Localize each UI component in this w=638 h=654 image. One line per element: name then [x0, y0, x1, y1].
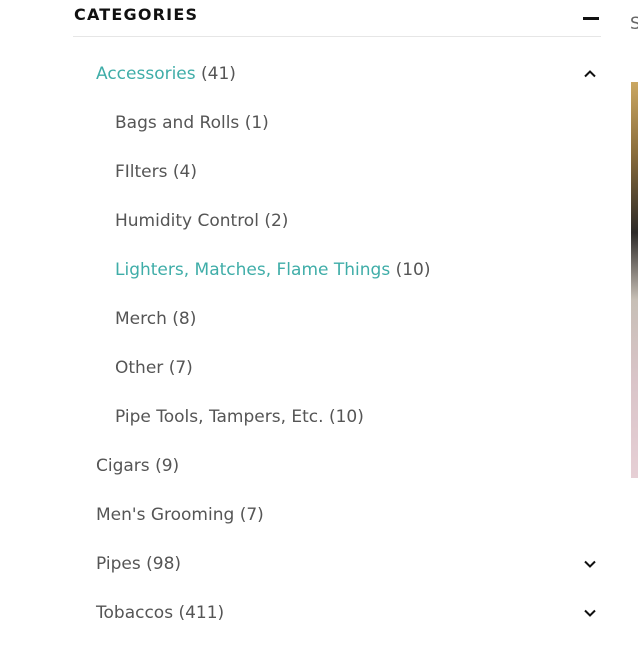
category-count: (98) — [146, 554, 182, 574]
categories-title: CATEGORIES — [74, 5, 199, 24]
collapse-minus-icon[interactable] — [583, 17, 599, 20]
product-image-edge[interactable] — [631, 82, 638, 478]
category-label[interactable]: Bags and Rolls — [115, 113, 239, 133]
category-item-lighters[interactable]: Lighters, Matches, Flame Things (10) — [73, 247, 601, 296]
category-count: (7) — [168, 358, 193, 378]
category-item-filters[interactable]: FIlters (4) — [73, 149, 601, 198]
category-label[interactable]: Cigars — [96, 456, 150, 476]
category-list: Accessories (41) Bags and Rolls (1) FIlt… — [73, 51, 601, 639]
category-label[interactable]: Pipe Tools, Tampers, Etc. — [115, 407, 324, 427]
category-count: (8) — [172, 309, 197, 329]
category-item-pipes[interactable]: Pipes (98) — [73, 541, 601, 590]
category-label[interactable]: Other — [115, 358, 163, 378]
category-item-cigars[interactable]: Cigars (9) — [73, 443, 601, 492]
category-label[interactable]: FIlters — [115, 162, 168, 182]
category-item-merch[interactable]: Merch (8) — [73, 296, 601, 345]
category-item-tobaccos[interactable]: Tobaccos (411) — [73, 590, 601, 639]
categories-header: CATEGORIES — [73, 0, 601, 37]
category-count: (9) — [155, 456, 180, 476]
category-item-accessories[interactable]: Accessories (41) — [73, 51, 601, 100]
category-count: (10) — [328, 407, 364, 427]
category-label[interactable]: Humidity Control — [115, 211, 259, 231]
category-count: (10) — [395, 260, 431, 280]
category-count: (411) — [178, 603, 225, 623]
category-item-bags-and-rolls[interactable]: Bags and Rolls (1) — [73, 100, 601, 149]
category-count: (1) — [244, 113, 269, 133]
category-label[interactable]: Lighters, Matches, Flame Things — [115, 260, 390, 280]
category-label[interactable]: Tobaccos — [96, 603, 173, 623]
category-count: (41) — [201, 64, 236, 84]
cut-off-text: S — [630, 14, 638, 34]
category-count: (4) — [172, 162, 197, 182]
chevron-down-icon[interactable] — [583, 606, 597, 620]
categories-panel: CATEGORIES Accessories (41) Bags and Rol… — [73, 0, 601, 623]
category-item-mens-grooming[interactable]: Men's Grooming (7) — [73, 492, 601, 541]
category-item-other[interactable]: Other (7) — [73, 345, 601, 394]
category-label[interactable]: Pipes — [96, 554, 141, 574]
category-item-pipe-tools[interactable]: Pipe Tools, Tampers, Etc. (10) — [73, 394, 601, 443]
category-label[interactable]: Accessories — [96, 64, 196, 84]
chevron-down-icon[interactable] — [583, 557, 597, 571]
category-count: (7) — [239, 505, 264, 525]
chevron-up-icon[interactable] — [583, 67, 597, 81]
category-label[interactable]: Merch — [115, 309, 167, 329]
category-item-humidity-control[interactable]: Humidity Control (2) — [73, 198, 601, 247]
category-label[interactable]: Men's Grooming — [96, 505, 234, 525]
category-count: (2) — [264, 211, 289, 231]
